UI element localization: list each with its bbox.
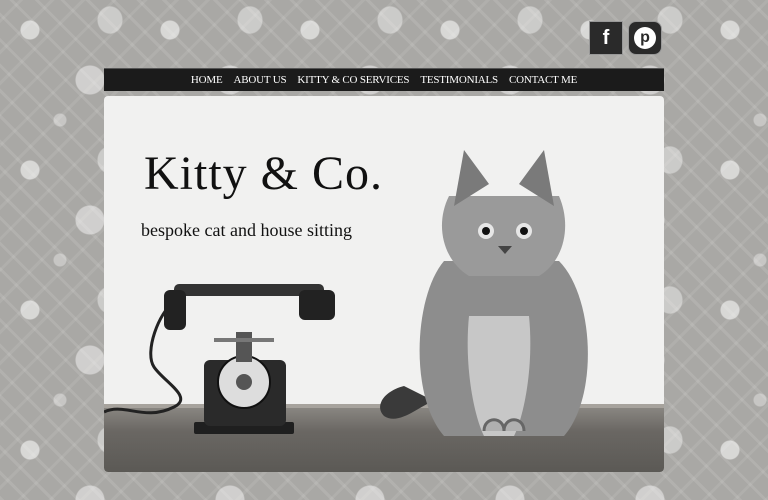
nav-contact-me[interactable]: CONTACT ME <box>509 74 577 86</box>
vintage-telephone-image <box>104 284 335 434</box>
tabby-cat-image <box>380 150 588 436</box>
nav-testimonials[interactable]: TESTIMONIALS <box>420 74 498 86</box>
nav-home[interactable]: HOME <box>191 74 223 86</box>
site-tagline: bespoke cat and house sitting <box>141 220 352 240</box>
nav-services[interactable]: KITTY & CO SERVICES <box>297 74 409 86</box>
hero-banner: Kitty & Co. bespoke cat and house sittin… <box>104 96 664 472</box>
facebook-icon[interactable]: f <box>589 21 623 55</box>
site-title: Kitty & Co. <box>144 147 384 200</box>
pinterest-glyph: p <box>634 27 656 49</box>
pinterest-icon[interactable]: p <box>628 21 662 55</box>
main-nav: HOME ABOUT US KITTY & CO SERVICES TESTIM… <box>104 68 664 91</box>
nav-about-us[interactable]: ABOUT US <box>233 74 286 86</box>
facebook-glyph: f <box>602 26 610 49</box>
